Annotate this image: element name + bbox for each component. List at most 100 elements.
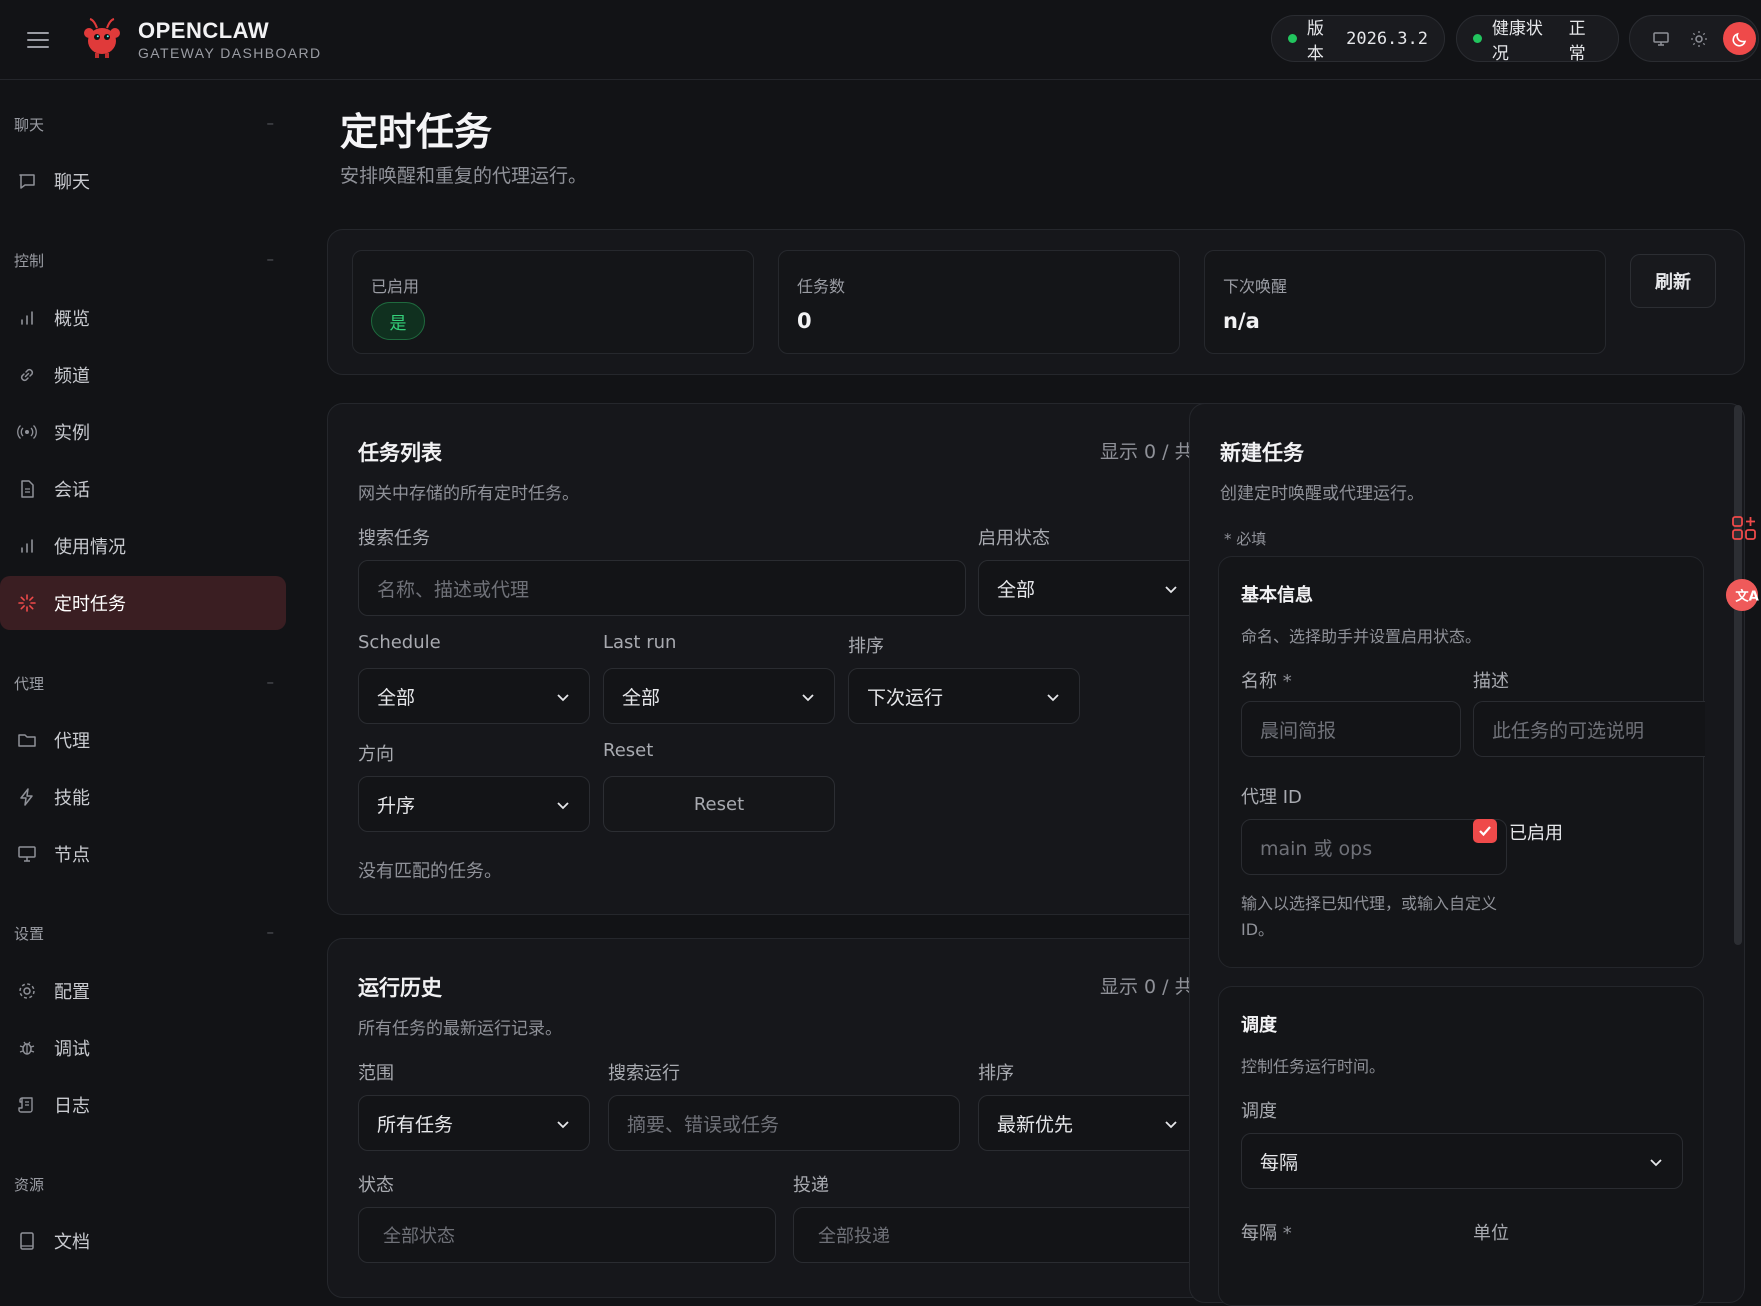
lobster-logo-icon xyxy=(80,16,124,60)
every-label: 每隔 * xyxy=(1241,1223,1292,1244)
scope-select[interactable]: 所有任务 xyxy=(358,1095,590,1151)
schedule-filter-select[interactable]: 全部 xyxy=(358,668,590,724)
task-search-input[interactable]: 名称、描述或代理 xyxy=(358,560,966,616)
collapse-icon[interactable]: – xyxy=(267,923,275,941)
unit-label: 单位 xyxy=(1473,1223,1509,1244)
svg-text:文A: 文A xyxy=(1735,588,1759,605)
sidebar-item-docs[interactable]: 文档 xyxy=(0,1214,286,1268)
run-history-title: 运行历史 xyxy=(358,976,442,1000)
gear-icon xyxy=(16,980,38,1002)
sidebar-item-label: 代理 xyxy=(54,731,90,752)
monitor-icon[interactable] xyxy=(1646,24,1676,54)
status-filter-input[interactable]: 全部状态 xyxy=(358,1207,776,1263)
scrollbar[interactable] xyxy=(1734,405,1742,945)
sun-icon[interactable] xyxy=(1684,24,1714,54)
document-icon xyxy=(16,478,38,500)
lastrun-filter-label: Last run xyxy=(603,632,677,653)
schedule-title: 调度 xyxy=(1241,1015,1277,1036)
sidebar-item-channels[interactable]: 频道 xyxy=(0,348,286,402)
chevron-down-icon xyxy=(1163,1116,1179,1132)
sidebar-item-skills[interactable]: 技能 xyxy=(0,770,286,824)
stat-value: 0 xyxy=(797,309,812,333)
direction-label: 方向 xyxy=(358,744,394,765)
link-icon xyxy=(16,364,38,386)
status-card: 已启用 是 任务数 0 下次唤醒 n/a 刷新 xyxy=(327,229,1745,375)
stat-label: 下次唤醒 xyxy=(1223,277,1288,296)
book-icon xyxy=(16,1230,38,1252)
agent-hint: 输入以选择已知代理，或输入自定义 ID。 xyxy=(1241,894,1498,939)
sidebar-item-config[interactable]: 配置 xyxy=(0,964,286,1018)
delivery-filter-input[interactable]: 全部投递 xyxy=(793,1207,1198,1263)
radio-icon xyxy=(16,421,38,443)
bar-chart-icon xyxy=(16,307,38,329)
lastrun-filter-select[interactable]: 全部 xyxy=(603,668,835,724)
chevron-down-icon xyxy=(800,689,816,705)
health-label: 健康状况 xyxy=(1491,18,1543,64)
app-subtitle: GATEWAY DASHBOARD xyxy=(138,45,322,61)
sidebar-item-debug[interactable]: 调试 xyxy=(0,1021,286,1075)
collapse-icon[interactable]: – xyxy=(267,673,275,691)
task-list-title: 任务列表 xyxy=(358,441,442,465)
chevron-down-icon xyxy=(1648,1154,1664,1170)
description-input[interactable]: 此任务的可选说明 xyxy=(1473,701,1705,757)
refresh-button[interactable]: 刷新 xyxy=(1630,254,1716,308)
sidebar-item-chat[interactable]: 聊天 xyxy=(0,154,286,208)
app-title: OPENCLAW xyxy=(138,18,270,43)
status-badge: 是 xyxy=(371,302,425,340)
run-sort-select[interactable]: 最新优先 xyxy=(978,1095,1198,1151)
sidebar-item-cron[interactable]: 定时任务 xyxy=(0,576,286,630)
sidebar-item-logs[interactable]: 日志 xyxy=(0,1078,286,1132)
collapse-icon[interactable]: – xyxy=(267,114,275,132)
sidebar-group-control[interactable]: 控制 – xyxy=(14,250,274,271)
grid-plus-icon[interactable] xyxy=(1727,508,1761,548)
sidebar-item-label: 概览 xyxy=(54,309,90,330)
enabled-checkbox[interactable] xyxy=(1473,819,1497,843)
sidebar-item-overview[interactable]: 概览 xyxy=(0,291,286,345)
basic-info-section: 基本信息 命名、选择助手并设置启用状态。 名称 * 晨间简报 描述 此任务的可选… xyxy=(1218,556,1705,968)
basic-info-title: 基本信息 xyxy=(1241,585,1313,606)
sidebar-group-agents[interactable]: 代理 – xyxy=(14,673,274,694)
sidebar-item-label: 实例 xyxy=(54,423,90,444)
status-dot xyxy=(1288,34,1297,43)
run-search-input[interactable]: 摘要、错误或任务 xyxy=(608,1095,960,1151)
sidebar-item-nodes[interactable]: 节点 xyxy=(0,827,286,881)
loader-icon xyxy=(16,592,38,614)
sidebar-group-chat[interactable]: 聊天 – xyxy=(14,114,274,135)
main-content: 定时任务 安排唤醒和重复的代理运行。 已启用 是 任务数 0 下次唤醒 n/a … xyxy=(300,81,1761,1306)
stat-value: n/a xyxy=(1223,309,1260,333)
page-title: 定时任务 xyxy=(340,110,493,154)
enabled-filter-select[interactable]: 全部 xyxy=(978,560,1198,616)
sidebar-item-agents[interactable]: 代理 xyxy=(0,713,286,767)
name-input[interactable]: 晨间简报 xyxy=(1241,701,1461,757)
stat-label: 任务数 xyxy=(797,277,846,296)
sidebar-item-instances[interactable]: 实例 xyxy=(0,405,286,459)
sidebar-item-label: 聊天 xyxy=(54,172,90,193)
schedule-desc: 控制任务运行时间。 xyxy=(1241,1057,1386,1076)
direction-select[interactable]: 升序 xyxy=(358,776,590,832)
task-list-desc: 网关中存储的所有定时任务。 xyxy=(358,484,579,504)
sort-select[interactable]: 下次运行 xyxy=(848,668,1080,724)
sidebar-item-sessions[interactable]: 会话 xyxy=(0,462,286,516)
run-search-label: 搜索运行 xyxy=(608,1063,680,1084)
new-task-title: 新建任务 xyxy=(1220,441,1304,465)
menu-icon[interactable] xyxy=(24,26,52,54)
schedule-kind-label: 调度 xyxy=(1241,1101,1277,1122)
sidebar-group-settings[interactable]: 设置 – xyxy=(14,923,274,944)
top-bar: OPENCLAW GATEWAY DASHBOARD 版本 2026.3.2 健… xyxy=(0,0,1761,80)
reset-button[interactable]: Reset xyxy=(603,776,835,832)
sidebar-group-resources[interactable]: 资源 xyxy=(14,1174,274,1195)
agent-id-input[interactable]: main 或 ops xyxy=(1241,819,1507,875)
required-note: * 必填 xyxy=(1224,530,1267,548)
sort-label: 排序 xyxy=(848,636,884,657)
moon-icon[interactable] xyxy=(1723,22,1756,55)
sidebar-item-label: 频道 xyxy=(54,366,90,387)
chevron-down-icon xyxy=(1045,689,1061,705)
collapse-icon[interactable]: – xyxy=(267,250,275,268)
chat-icon xyxy=(16,170,38,192)
schedule-kind-select[interactable]: 每隔 xyxy=(1241,1133,1683,1189)
translate-icon[interactable]: 文A xyxy=(1725,575,1759,615)
health-value: 正常 xyxy=(1568,18,1586,64)
sidebar-item-usage[interactable]: 使用情况 xyxy=(0,519,286,573)
monitor-icon xyxy=(16,843,38,865)
sidebar-item-label: 调试 xyxy=(54,1039,90,1060)
